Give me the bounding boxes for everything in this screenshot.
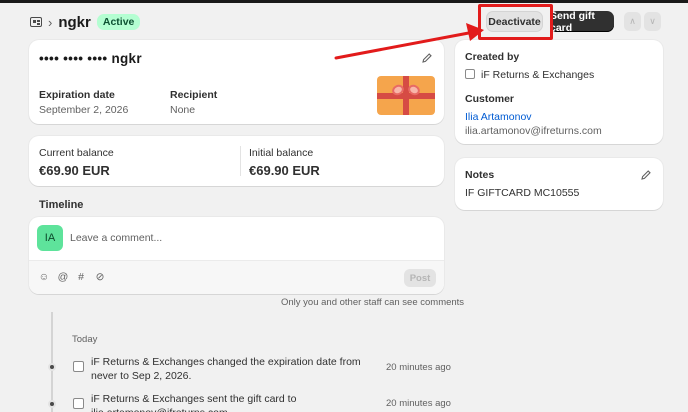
- timeline-dot: [48, 400, 56, 408]
- initial-balance-value: €69.90 EUR: [249, 163, 320, 178]
- current-balance-label: Current balance: [39, 147, 114, 159]
- app-icon: [73, 361, 84, 372]
- send-gift-card-button[interactable]: Send gift card: [550, 10, 614, 34]
- next-icon[interactable]: ∨: [644, 12, 661, 31]
- pagination-arrows: ∧ ∨: [624, 12, 661, 31]
- expiration-date: Expiration date September 2, 2026: [39, 89, 128, 116]
- created-by-value: iF Returns & Exchanges: [465, 69, 594, 81]
- hashtag-icon[interactable]: #: [75, 271, 87, 283]
- notes-card: Notes IF GIFTCARD MC10555: [455, 158, 663, 210]
- edit-notes-pencil-icon[interactable]: [640, 169, 652, 181]
- timeline-event-time: 20 minutes ago: [386, 362, 451, 373]
- balance-card: Current balance €69.90 EUR Initial balan…: [29, 136, 444, 186]
- comment-box: IA Leave a comment... ☺ @ # ⊘ Post: [29, 217, 444, 294]
- timeline-line: [51, 312, 53, 412]
- expiration-date-value: September 2, 2026: [39, 104, 129, 116]
- edit-pencil-icon[interactable]: [421, 52, 433, 64]
- recipient-label: Recipient: [170, 89, 218, 101]
- page-title: ngkr: [58, 13, 91, 31]
- details-card: Created by iF Returns & Exchanges Custom…: [455, 40, 663, 144]
- recipient-value: None: [170, 104, 196, 116]
- page-header: › ngkr Active: [30, 12, 141, 32]
- avatar: IA: [37, 225, 63, 251]
- masked-gift-card-code: •••• •••• •••• ngkr: [39, 51, 142, 66]
- comment-toolbar: ☺ @ # ⊘ Post: [29, 260, 444, 294]
- gift-card-summary: •••• •••• •••• ngkr Expiration date Sept…: [29, 40, 444, 124]
- recipient: Recipient None: [170, 89, 217, 116]
- notes-value: IF GIFTCARD MC10555: [465, 187, 580, 199]
- expiration-date-label: Expiration date: [39, 89, 115, 101]
- mention-icon[interactable]: @: [57, 271, 69, 283]
- balance-divider: [240, 146, 241, 176]
- created-by-label: Created by: [465, 51, 520, 63]
- comment-input[interactable]: Leave a comment...: [70, 232, 162, 244]
- timeline-event-time: 20 minutes ago: [386, 398, 451, 409]
- annotation-highlight-box: [478, 4, 553, 40]
- top-bar: [0, 0, 688, 3]
- post-button[interactable]: Post: [404, 269, 436, 287]
- status-badge: Active: [96, 14, 141, 30]
- timeline-event-text: iF Returns & Exchanges sent the gift car…: [91, 393, 297, 412]
- initial-balance: Initial balance €69.90 EUR: [249, 147, 320, 178]
- gift-card-image: [377, 76, 435, 115]
- created-by-name: iF Returns & Exchanges: [481, 69, 595, 81]
- breadcrumb-chevron-icon: ›: [48, 14, 53, 30]
- previous-icon[interactable]: ∧: [624, 12, 641, 31]
- attachment-icon[interactable]: ⊘: [94, 271, 106, 283]
- initial-balance-label: Initial balance: [249, 147, 314, 159]
- customer-email: ilia.artamonov@ifreturns.com: [465, 125, 602, 137]
- timeline-event-text: iF Returns & Exchanges changed the expir…: [91, 356, 361, 382]
- notes-label: Notes: [465, 169, 495, 181]
- gift-card-icon[interactable]: [30, 17, 42, 27]
- current-balance-value: €69.90 EUR: [39, 163, 110, 178]
- timeline-date-group: Today: [72, 334, 98, 345]
- app-icon: [73, 398, 84, 409]
- staff-visibility-note: Only you and other staff can see comment…: [281, 297, 465, 308]
- customer-name-link[interactable]: Ilia Artamonov: [465, 111, 532, 123]
- timeline-heading: Timeline: [39, 199, 84, 211]
- current-balance: Current balance €69.90 EUR: [39, 147, 114, 178]
- app-icon: [465, 69, 475, 79]
- customer-label: Customer: [465, 93, 515, 105]
- emoji-icon[interactable]: ☺: [38, 271, 50, 283]
- timeline-dot: [48, 363, 56, 371]
